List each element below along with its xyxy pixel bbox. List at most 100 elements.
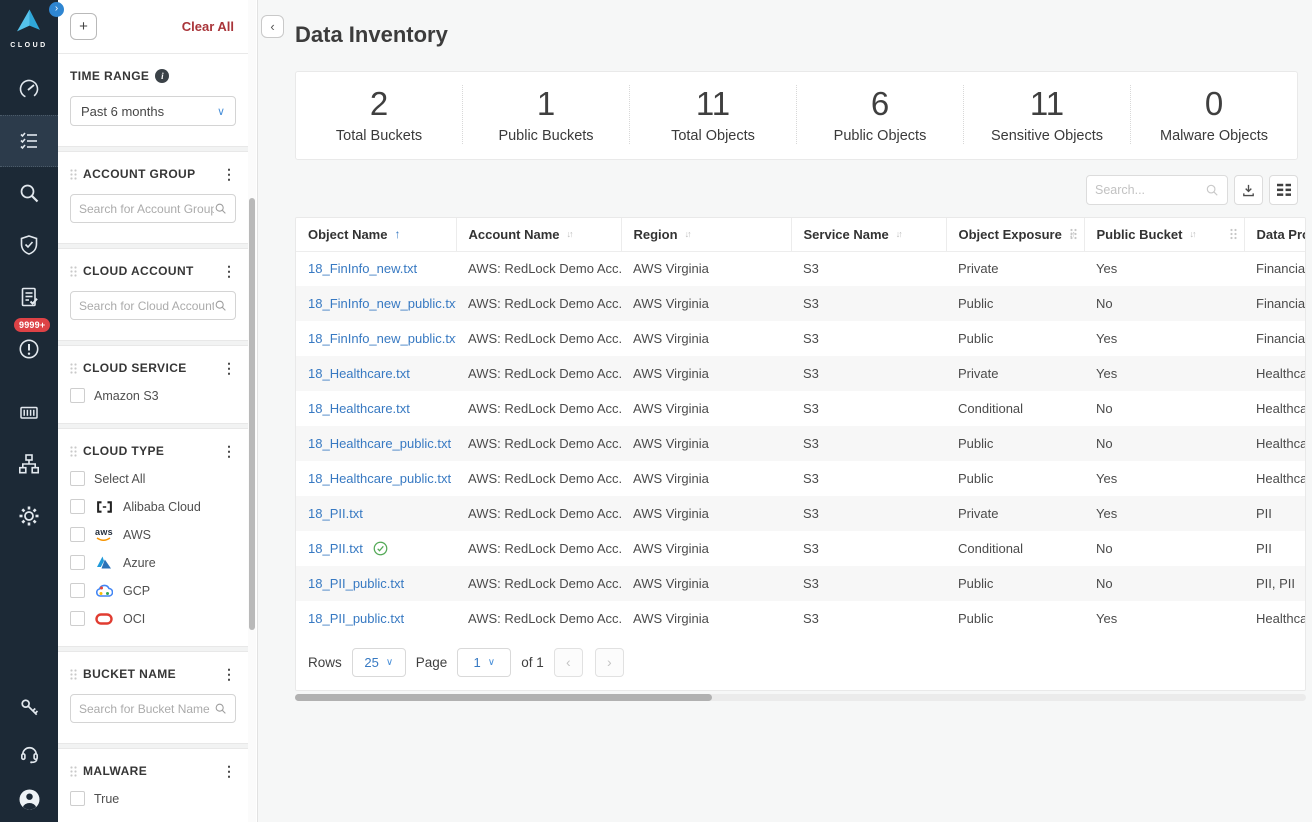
sidebar-item-assets[interactable] [0, 386, 58, 438]
bucket-name-search-input[interactable] [79, 702, 214, 716]
sidebar-item-reports[interactable] [0, 271, 58, 323]
drag-handle-icon[interactable] [70, 363, 77, 374]
checkbox-label: AWS [123, 528, 151, 542]
checkbox[interactable] [70, 583, 85, 598]
page-select[interactable]: 1∨ [457, 648, 511, 677]
sidebar-item-support[interactable] [0, 730, 58, 776]
sidebar-item-alerts[interactable]: 9999+ [0, 323, 58, 375]
checkbox-aws[interactable]: aws AWS [70, 527, 236, 542]
checkbox[interactable] [70, 791, 85, 806]
stat-value: 11 [964, 85, 1130, 123]
object-name-link[interactable]: 18_FinInfo_new_public.txt [308, 331, 456, 346]
add-filter-button[interactable]: + [70, 13, 97, 40]
table-row[interactable]: 18_PII.txt AWS: RedLock Demo Acc... AWS … [296, 531, 1306, 566]
table-row[interactable]: 18_PII.txt AWS: RedLock Demo Acc... AWS … [296, 496, 1306, 531]
checkbox-label: GCP [123, 584, 150, 598]
column-settings-button[interactable] [1269, 175, 1298, 205]
rows-per-page-select[interactable]: 25∨ [352, 648, 406, 677]
service-name-cell: S3 [791, 601, 946, 636]
account-group-search-input[interactable] [79, 202, 214, 216]
cloud-account-search-input[interactable] [79, 299, 214, 313]
drag-handle-icon[interactable] [70, 669, 77, 680]
checkbox-malware-true[interactable]: True [70, 791, 236, 806]
column-header-object-name[interactable]: Object Name↑ [296, 218, 456, 251]
checkbox[interactable] [70, 388, 85, 403]
sidebar-item-compliance[interactable] [0, 219, 58, 271]
sidebar-item-settings[interactable] [0, 490, 58, 542]
table-row[interactable]: 18_FinInfo_new.txt AWS: RedLock Demo Acc… [296, 251, 1306, 286]
object-name-link[interactable]: 18_Healthcare.txt [308, 401, 410, 416]
sidebar-item-access-keys[interactable] [0, 684, 58, 730]
download-button[interactable] [1234, 175, 1263, 205]
checkbox[interactable] [70, 499, 85, 514]
table-row[interactable]: 18_Healthcare.txt AWS: RedLock Demo Acc.… [296, 391, 1306, 426]
object-name-link[interactable]: 18_PII.txt [308, 506, 363, 521]
table-row[interactable]: 18_FinInfo_new_public.txt AWS: RedLock D… [296, 286, 1306, 321]
checkbox-gcp[interactable]: GCP [70, 583, 236, 598]
checkbox[interactable] [70, 471, 85, 486]
kebab-menu-icon[interactable]: ⋮ [222, 266, 236, 276]
checkbox-amazon-s3[interactable]: Amazon S3 [70, 388, 236, 403]
filter-scrollbar-thumb[interactable] [249, 198, 255, 630]
table-row[interactable]: 18_Healthcare_public.txt AWS: RedLock De… [296, 461, 1306, 496]
shield-check-icon [17, 233, 41, 257]
kebab-menu-icon[interactable]: ⋮ [222, 669, 236, 679]
sidebar-item-search[interactable] [0, 167, 58, 219]
public-bucket-cell: Yes [1084, 251, 1244, 286]
data-profile-cell: PII, PII [1244, 566, 1306, 601]
kebab-menu-icon[interactable]: ⋮ [222, 169, 236, 179]
sidebar-item-network[interactable] [0, 438, 58, 490]
checkbox-azure[interactable]: Azure [70, 555, 236, 570]
table-row[interactable]: 18_PII_public.txt AWS: RedLock Demo Acc.… [296, 601, 1306, 636]
column-header-data-profile[interactable]: Data Profile [1244, 218, 1306, 251]
object-name-link[interactable]: 18_PII.txt [308, 541, 363, 556]
checkbox[interactable] [70, 555, 85, 570]
checkbox-select-all[interactable]: Select All [70, 471, 236, 486]
table-row[interactable]: 18_FinInfo_new_public.txt AWS: RedLock D… [296, 321, 1306, 356]
drag-handle-icon[interactable] [70, 766, 77, 777]
kebab-menu-icon[interactable]: ⋮ [222, 446, 236, 456]
table-search-input[interactable] [1095, 183, 1205, 197]
sidebar-item-inventory[interactable] [0, 115, 58, 167]
drag-handle-icon[interactable] [70, 266, 77, 277]
sort-icon: ↓↑ [896, 229, 901, 239]
drag-handle-icon[interactable] [70, 169, 77, 180]
table-row[interactable]: 18_PII_public.txt AWS: RedLock Demo Acc.… [296, 566, 1306, 601]
time-range-dropdown[interactable]: Past 6 months ∨ [70, 96, 236, 126]
kebab-menu-icon[interactable]: ⋮ [222, 766, 236, 776]
object-name-link[interactable]: 18_Healthcare.txt [308, 366, 410, 381]
object-name-link[interactable]: 18_Healthcare_public.txt [308, 471, 451, 486]
object-name-link[interactable]: 18_FinInfo_new_public.txt [308, 296, 456, 311]
column-drag-handle-icon[interactable] [1230, 229, 1237, 240]
object-name-link[interactable]: 18_Healthcare_public.txt [308, 436, 451, 451]
checkbox[interactable] [70, 611, 85, 626]
column-header-service-name[interactable]: Service Name↓↑ [791, 218, 946, 251]
object-name-link[interactable]: 18_PII_public.txt [308, 611, 404, 626]
search-icon [1205, 183, 1219, 197]
table-row[interactable]: 18_Healthcare_public.txt AWS: RedLock De… [296, 426, 1306, 461]
info-icon[interactable]: i [155, 69, 169, 83]
checkbox-oci[interactable]: OCI [70, 611, 236, 626]
object-name-link[interactable]: 18_FinInfo_new.txt [308, 261, 417, 276]
column-header-region[interactable]: Region↓↑ [621, 218, 791, 251]
checkbox[interactable] [70, 527, 85, 542]
column-header-account-name[interactable]: Account Name↓↑ [456, 218, 621, 251]
kebab-menu-icon[interactable]: ⋮ [222, 363, 236, 373]
column-header-object-exposure[interactable]: Object Exposure↓↑ [946, 218, 1084, 251]
checkbox-alibaba-cloud[interactable]: Alibaba Cloud [70, 499, 236, 514]
sidebar-expand-button[interactable]: › [49, 2, 64, 17]
download-icon [1241, 183, 1256, 198]
column-drag-handle-icon[interactable] [1070, 229, 1077, 240]
sidebar-item-profile[interactable] [0, 776, 58, 822]
object-name-link[interactable]: 18_PII_public.txt [308, 576, 404, 591]
table-row[interactable]: 18_Healthcare.txt AWS: RedLock Demo Acc.… [296, 356, 1306, 391]
column-header-public-bucket[interactable]: Public Bucket↓↑ [1084, 218, 1244, 251]
cloud-type-label: CLOUD TYPE [83, 444, 164, 458]
drag-handle-icon[interactable] [70, 446, 77, 457]
collapse-filters-button[interactable]: ‹ [261, 15, 284, 38]
clear-all-filters-button[interactable]: Clear All [182, 19, 234, 34]
horizontal-scrollbar-thumb[interactable] [295, 694, 712, 701]
sidebar-item-dashboard[interactable] [0, 63, 58, 115]
previous-page-button[interactable]: ‹ [554, 648, 583, 677]
next-page-button[interactable]: › [595, 648, 624, 677]
